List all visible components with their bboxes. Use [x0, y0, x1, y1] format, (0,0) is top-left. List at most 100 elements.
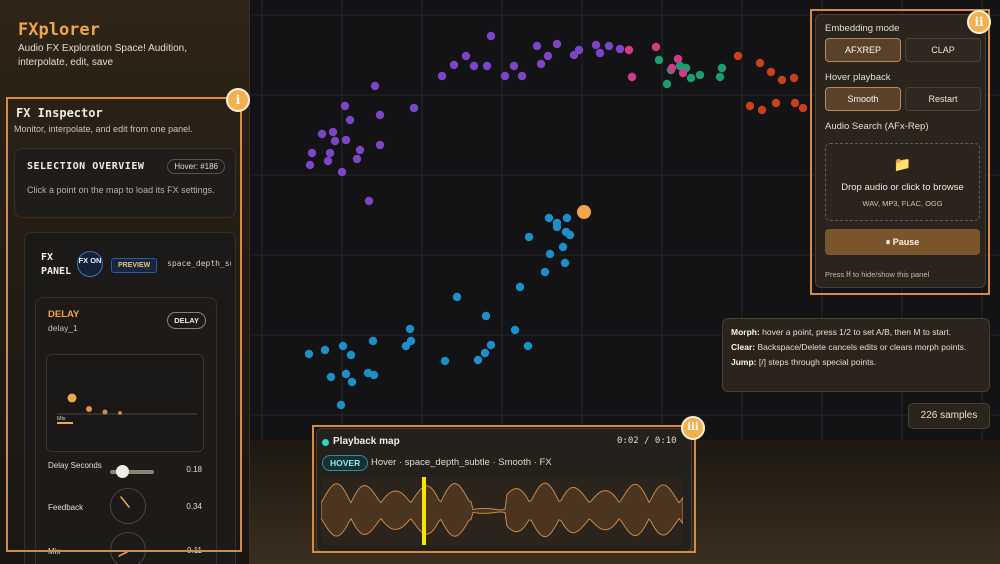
param-label-feedback: Feedback — [48, 503, 84, 512]
embedding-clap-button[interactable]: CLAP — [905, 38, 981, 62]
map-point-purple — [370, 81, 380, 91]
map-point-purple — [574, 45, 584, 55]
effect-id: delay_1 — [48, 323, 78, 333]
hover-smooth-button[interactable]: Smooth — [825, 87, 901, 111]
map-point-purple — [375, 110, 385, 120]
fx-preset-name: space_depth_subtle — [167, 259, 231, 268]
hover-restart-button[interactable]: Restart — [905, 87, 981, 111]
badge-i: i — [226, 88, 250, 112]
map-point-green — [695, 70, 705, 80]
map-point-purple — [604, 41, 614, 51]
map-point-blue — [326, 372, 336, 382]
map-point-purple — [323, 156, 333, 166]
map-point-blue — [562, 213, 572, 223]
map-point-blue — [304, 349, 314, 359]
map-point-blue — [565, 230, 575, 240]
hint-suffix: to hide/show this panel — [850, 270, 930, 279]
map-point-red — [777, 75, 787, 85]
echo-dot — [86, 406, 92, 412]
param-label-delay-seconds: Delay Seconds — [48, 461, 102, 470]
fx-on-toggle[interactable]: FX ON — [77, 251, 103, 277]
mix-indicator — [57, 422, 73, 424]
param-value-mix: 0.11 — [187, 546, 202, 555]
hover-mode-tag: HOVER — [322, 455, 369, 471]
map-point-purple — [543, 51, 553, 61]
map-point-blue — [369, 370, 379, 380]
map-point-blue — [347, 377, 357, 387]
map-point-blue — [480, 348, 490, 358]
echo-dot — [102, 409, 108, 415]
map-point-green — [686, 73, 696, 83]
app-subtitle: Audio FX Exploration Space! Audition, in… — [18, 43, 187, 68]
map-point-red — [766, 67, 776, 77]
audio-drop-zone[interactable]: 📁 Drop audio or click to browse WAV, MP3… — [825, 143, 980, 221]
embedding-afxrep-button[interactable]: AFXREP — [825, 38, 901, 62]
feedback-knob[interactable] — [110, 488, 146, 524]
param-value-delay-seconds: 0.18 — [186, 465, 202, 474]
help-clear-label: Clear: — [731, 342, 756, 352]
hover-badge: Hover: #186 — [167, 159, 225, 174]
map-point-purple — [364, 196, 374, 206]
map-point-blue — [486, 340, 496, 350]
map-point-purple — [375, 140, 385, 150]
echo-dot — [67, 393, 77, 403]
shortcuts-help: Morph: hover a point, press 1/2 to set A… — [722, 318, 990, 392]
playback-map: Playback map 0:02 / 0:10 HOVER Hover · s… — [316, 428, 692, 552]
map-point-purple — [595, 48, 605, 58]
playback-time: 0:02 / 0:10 — [617, 436, 677, 446]
map-point-blue — [524, 232, 534, 242]
help-morph: Morph: hover a point, press 1/2 to set A… — [731, 326, 981, 338]
map-point-blue — [481, 311, 491, 321]
help-clear: Clear: Backspace/Delete cancels edits or… — [731, 341, 981, 353]
map-point-purple — [449, 60, 459, 70]
map-point-blue — [336, 400, 346, 410]
map-point-purple — [409, 103, 419, 113]
map-point-purple — [615, 44, 625, 54]
map-point-green — [654, 55, 664, 65]
fx-panel-card: FX PANEL FX ON PREVIEW space_depth_subtl… — [24, 232, 236, 564]
inspector-title: FX Inspector — [16, 106, 103, 120]
preview-button[interactable]: PREVIEW — [111, 258, 158, 273]
effect-name: DELAY — [48, 309, 80, 320]
map-point-pink — [673, 54, 683, 64]
map-point-red — [745, 101, 755, 111]
map-point-red — [757, 105, 767, 115]
map-point-blue — [452, 292, 462, 302]
map-point-purple — [509, 61, 519, 71]
selection-overview-card: SELECTION OVERVIEW Hover: #186 Click a p… — [14, 148, 236, 218]
map-point-blue — [346, 350, 356, 360]
map-point-purple — [591, 40, 601, 50]
map-point-purple — [517, 71, 527, 81]
delay-effect-card: DELAY delay_1 DELAY Mix Delay Seconds 0.… — [35, 297, 217, 564]
waveform[interactable] — [320, 477, 684, 545]
mix-knob[interactable] — [110, 532, 146, 564]
folder-icon: 📁 — [893, 156, 912, 172]
playback-description: Hover · space_depth_subtle · Smooth · FX — [371, 457, 552, 468]
map-point-blue — [338, 341, 348, 351]
pause-button[interactable]: ⏸ Pause — [825, 229, 980, 255]
map-point-blue — [341, 369, 351, 379]
delay-seconds-slider-thumb[interactable] — [116, 465, 129, 478]
badge-ii: ii — [967, 10, 991, 34]
map-point-blue — [368, 336, 378, 346]
waveform-path — [320, 482, 684, 538]
map-point-purple — [461, 51, 471, 61]
hint-prefix: Press — [825, 270, 847, 279]
help-jump-text: [/] steps through special points. — [758, 357, 877, 367]
map-point-purple — [469, 61, 479, 71]
effect-type-button[interactable]: DELAY — [167, 312, 206, 329]
selection-body: Click a point on the map to load its FX … — [27, 185, 215, 195]
sidebar: FXplorer Audio FX Exploration Space! Aud… — [0, 0, 250, 564]
map-point-blue — [558, 242, 568, 252]
map-point-blue — [560, 258, 570, 268]
map-point-purple — [482, 61, 492, 71]
map-point-purple — [532, 41, 542, 51]
panel-hint: Press H to hide/show this panel — [825, 270, 929, 279]
map-point-red — [771, 98, 781, 108]
map-point-green — [715, 72, 725, 82]
help-morph-label: Morph: — [731, 327, 760, 337]
map-point-red — [789, 73, 799, 83]
map-point-blue — [473, 355, 483, 365]
map-point-pink — [627, 72, 637, 82]
app-title: FXplorer — [18, 20, 100, 40]
